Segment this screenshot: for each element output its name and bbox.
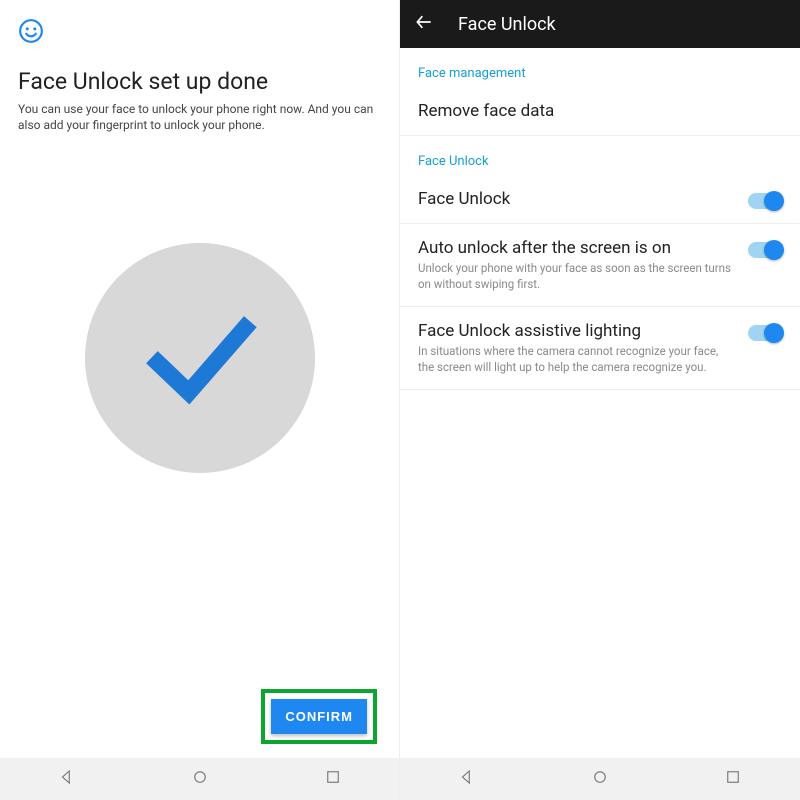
setting-title: Auto unlock after the screen is on	[418, 238, 736, 258]
back-arrow-icon[interactable]	[414, 12, 434, 36]
success-circle	[85, 243, 315, 473]
nav-back-icon[interactable]	[58, 768, 76, 790]
remove-face-data-label: Remove face data	[418, 101, 770, 121]
nav-home-icon[interactable]	[591, 768, 609, 790]
assistive-lighting-toggle[interactable]	[748, 325, 782, 341]
auto-unlock-toggle[interactable]	[748, 242, 782, 258]
checkmark-icon	[130, 286, 270, 430]
face-unlock-toggle[interactable]	[748, 193, 782, 209]
settings-header: Face Unlock	[400, 0, 800, 48]
android-nav-bar	[0, 758, 399, 800]
setting-title: Face Unlock assistive lighting	[418, 321, 736, 341]
android-nav-bar	[400, 758, 800, 800]
nav-home-icon[interactable]	[191, 768, 209, 790]
face-unlock-settings-screen: Face Unlock Face management Remove face …	[400, 0, 800, 800]
setting-subtitle: Unlock your phone with your face as soon…	[418, 261, 736, 292]
setup-done-description: You can use your face to unlock your pho…	[18, 101, 381, 133]
nav-recent-icon[interactable]	[324, 768, 342, 790]
confirm-button[interactable]: CONFIRM	[271, 699, 367, 734]
confirm-highlight-box: CONFIRM	[261, 689, 377, 744]
face-unlock-toggle-row[interactable]: Face Unlock	[400, 175, 800, 224]
setting-subtitle: In situations where the camera cannot re…	[418, 344, 736, 375]
setting-title: Face Unlock	[418, 189, 736, 209]
setup-done-screen: Face Unlock set up done You can use your…	[0, 0, 400, 800]
section-label-face-unlock: Face Unlock	[400, 136, 800, 175]
nav-back-icon[interactable]	[458, 768, 476, 790]
remove-face-data-row[interactable]: Remove face data	[400, 87, 800, 136]
section-label-face-management: Face management	[400, 48, 800, 87]
setup-done-title: Face Unlock set up done	[18, 68, 381, 95]
nav-recent-icon[interactable]	[724, 768, 742, 790]
assistive-lighting-toggle-row[interactable]: Face Unlock assistive lighting In situat…	[400, 307, 800, 390]
header-title: Face Unlock	[458, 14, 556, 35]
auto-unlock-toggle-row[interactable]: Auto unlock after the screen is on Unloc…	[400, 224, 800, 307]
smiley-icon	[18, 18, 399, 48]
